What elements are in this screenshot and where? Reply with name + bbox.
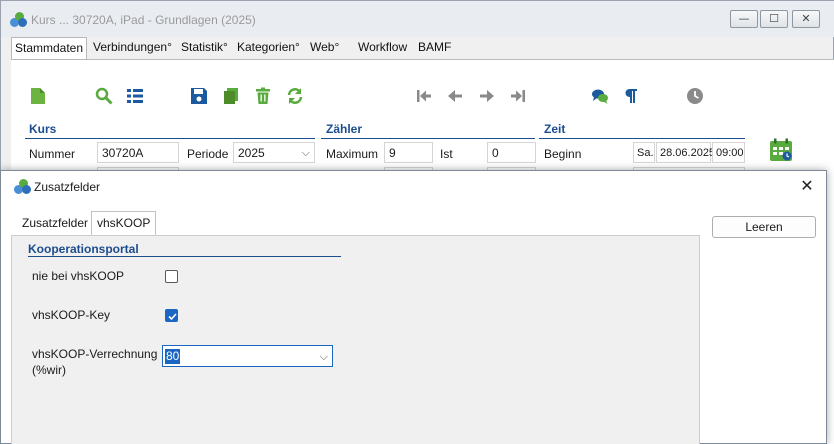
refresh-icon[interactable] [286,87,304,105]
beginn-time-field[interactable]: 09:00 [712,142,745,163]
vhskoop-key-label: vhsKOOP-Key [32,308,111,322]
chevron-down-icon: ⌵ [301,146,310,159]
periode-select[interactable]: 2025 ⌵ [233,142,315,163]
next-record-icon[interactable] [478,87,496,105]
main-titlebar[interactable]: Kurs ... 30720A, iPad - Grundlagen (2025… [1,1,834,37]
nie-bei-vhskoop-checkbox[interactable] [165,270,178,283]
vhskoop-verrechnung-label: vhsKOOP-Verrechnung [32,347,158,361]
beginn-label: Beginn [544,147,582,161]
checkmark-icon [168,313,177,321]
zeit-group-title: Zeit [544,122,566,136]
tab-workflow[interactable]: Workflow [355,37,410,59]
copy-icon[interactable] [222,87,240,105]
dialog-close-button[interactable]: ✕ [796,175,818,197]
tab-bamf[interactable]: BAMF [415,37,454,59]
window-title: Kurs ... 30720A, iPad - Grundlagen (2025… [31,13,256,27]
maximum-field[interactable]: 9 [384,142,433,163]
dialog-title: Zusatzfelder [34,180,101,194]
kurs-group-divider [25,138,315,139]
vhskoop-verrechnung-select[interactable]: 80 ⌵ [162,345,333,367]
kurs-group-title: Kurs [29,122,57,136]
previous-record-icon[interactable] [446,87,464,105]
tab-kategorien[interactable]: Kategorien° [234,37,303,59]
app-logo-icon [10,12,28,28]
dialog-titlebar[interactable]: Zusatzfelder ✕ [1,171,826,201]
section-title: Kooperationsportal [28,242,139,256]
zaehler-group-divider [321,138,535,139]
ist-label: Ist [440,147,453,161]
zeit-group-divider [539,138,745,139]
beginn-day-field[interactable]: Sa. [633,142,655,163]
ist-field[interactable]: 0 [487,142,536,163]
tab-vhskoop[interactable]: vhsKOOP [91,211,157,236]
section-divider [28,256,341,257]
periode-label: Periode [187,147,229,161]
minimize-button[interactable]: — [730,10,758,28]
delete-icon[interactable] [254,87,272,105]
tab-zusatzfelder[interactable]: Zusatzfelder [17,211,93,235]
comments-icon[interactable] [591,87,609,105]
nummer-label: Nummer [29,147,76,161]
leeren-button[interactable]: Leeren [712,216,816,238]
nie-bei-vhskoop-label: nie bei vhsKOOP [32,269,125,283]
zusatzfelder-dialog: Zusatzfelder ✕ Zusatzfelder vhsKOOP Leer… [0,170,827,444]
main-tabbar: Stammdaten Verbindungen° Statistik° Kate… [11,37,834,61]
search-icon[interactable] [95,87,113,105]
vhskoop-tab-panel: Kooperationsportal nie bei vhsKOOP vhsKO… [11,235,700,444]
nummer-field[interactable]: 30720A [97,142,179,163]
beginn-date-field[interactable]: 28.06.2025 [656,142,715,163]
periode-value: 2025 [238,146,265,160]
last-record-icon[interactable] [509,87,527,105]
chevron-down-icon: ⌵ [319,350,328,363]
save-icon[interactable] [190,87,208,105]
close-button[interactable]: ✕ [792,10,820,28]
tab-verbindungen[interactable]: Verbindungen° [90,37,175,59]
maximum-label: Maximum [326,147,379,161]
calendar-icon[interactable] [768,137,794,163]
first-record-icon[interactable] [415,87,433,105]
vhskoop-verrechnung-sublabel: (%wir) [32,363,66,377]
app-logo-icon [14,179,32,195]
tab-statistik[interactable]: Statistik° [178,37,231,59]
maximize-button[interactable]: ☐ [760,10,788,28]
paragraph-icon[interactable] [622,87,640,105]
verrechnung-value: 80 [165,349,181,364]
zaehler-group-title: Zähler [326,122,363,136]
history-clock-icon[interactable] [686,87,704,105]
list-icon[interactable] [126,87,144,105]
new-document-icon[interactable] [29,87,47,105]
vhskoop-key-checkbox[interactable] [165,309,178,322]
tab-stammdaten[interactable]: Stammdaten [11,37,88,61]
tab-web[interactable]: Web° [307,37,342,59]
